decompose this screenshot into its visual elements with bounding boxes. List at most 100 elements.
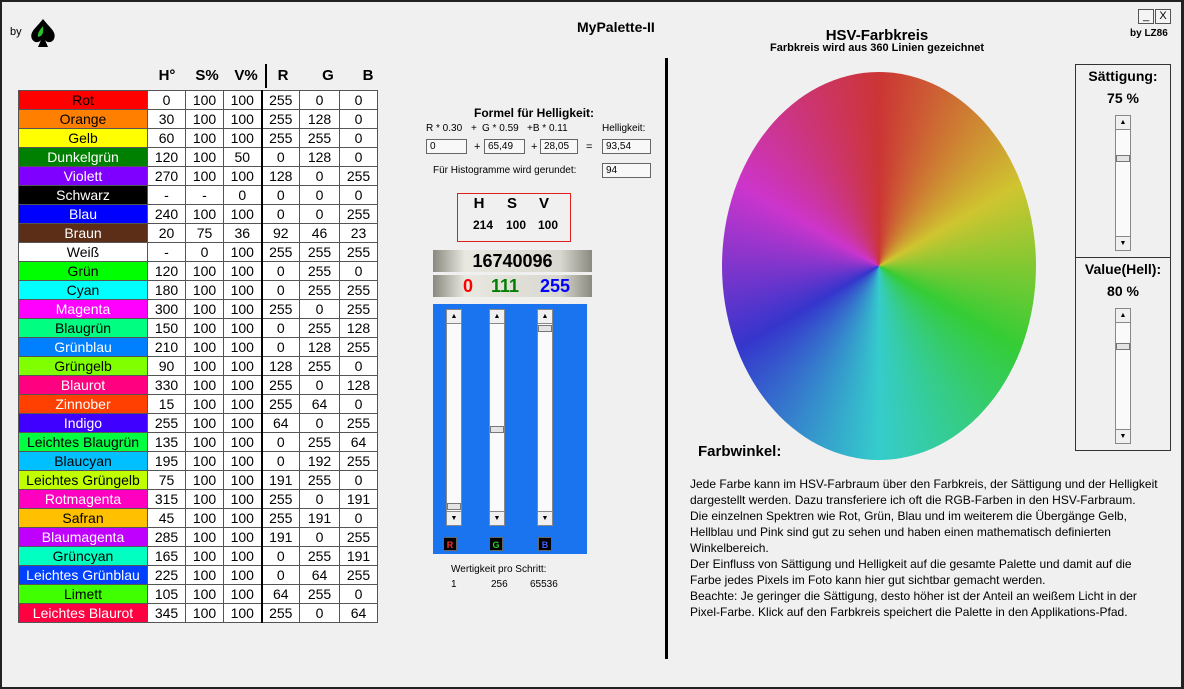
g-slider[interactable]: ▲ ▼ — [489, 309, 505, 526]
r-slider[interactable]: ▲ ▼ — [446, 309, 462, 526]
hue-cell: 75 — [147, 470, 186, 490]
blue-cell: 255 — [339, 337, 378, 357]
value-hell-slider[interactable]: ▲ ▼ — [1115, 308, 1131, 444]
rgb-value-bar: 0 111 255 — [433, 275, 592, 297]
table-row[interactable]: Cyan 180 100 100 0 255 255 — [18, 280, 378, 300]
formula-value-b: 28,05 — [540, 139, 578, 154]
table-row[interactable]: Safran 45 100 100 255 191 0 — [18, 508, 378, 528]
color-name-cell: Blaugrün — [18, 318, 148, 338]
value-cell: 100 — [223, 489, 262, 509]
saettigung-up-arrow-icon[interactable]: ▲ — [1116, 116, 1130, 130]
color-name-cell: Cyan — [18, 280, 148, 300]
color-name-cell: Rotmagenta — [18, 489, 148, 509]
saettigung-label: Sättigung: — [1088, 68, 1158, 84]
color-name-cell: Limett — [18, 584, 148, 604]
b-slider-thumb[interactable] — [538, 325, 552, 332]
close-button[interactable]: X — [1155, 9, 1171, 24]
table-row[interactable]: Orange 30 100 100 255 128 0 — [18, 109, 378, 129]
hue-cell: 210 — [147, 337, 186, 357]
red-cell: 64 — [260, 584, 300, 604]
hue-cell: 165 — [147, 546, 186, 566]
saettigung-slider-thumb[interactable] — [1116, 155, 1130, 162]
b-slider-label: B — [538, 537, 552, 551]
saturation-cell: 100 — [185, 413, 224, 433]
table-row[interactable]: Leichtes Blaurot 345 100 100 255 0 64 — [18, 603, 378, 623]
value-hell-down-arrow-icon[interactable]: ▼ — [1116, 429, 1130, 443]
table-row[interactable]: Leichtes Blaugrün 135 100 100 0 255 64 — [18, 432, 378, 452]
red-cell: 255 — [260, 489, 300, 509]
table-row[interactable]: Leichtes Grüngelb 75 100 100 191 255 0 — [18, 470, 378, 490]
red-cell: 0 — [260, 280, 300, 300]
blue-cell: 191 — [339, 489, 378, 509]
g-slider-thumb[interactable] — [490, 426, 504, 433]
table-row[interactable]: Indigo 255 100 100 64 0 255 — [18, 413, 378, 433]
table-row[interactable]: Magenta 300 100 100 255 0 255 — [18, 299, 378, 319]
table-row[interactable]: Weiß -0 100 255 255 255 — [18, 242, 378, 262]
table-row[interactable]: Blaumagenta 285 100 100 191 0 255 — [18, 527, 378, 547]
table-row[interactable]: Blaurot 330 100 100 255 0 128 — [18, 375, 378, 395]
color-name-cell: Leichtes Grüngelb — [18, 470, 148, 490]
table-row[interactable]: Blaugrün 150 100 100 0 255 128 — [18, 318, 378, 338]
table-row[interactable]: Grüngelb 90 100 100 128 255 0 — [18, 356, 378, 376]
saturation-cell: - — [185, 185, 224, 205]
saturation-cell: 100 — [185, 356, 224, 376]
panel-divider — [665, 58, 668, 659]
hsv-h-value: 214 — [472, 218, 494, 232]
table-row[interactable]: Rotmagenta 315 100 100 255 0 191 — [18, 489, 378, 509]
table-row[interactable]: Grüncyan 165 100 100 0 255 191 — [18, 546, 378, 566]
minimize-button[interactable]: _ — [1138, 9, 1154, 24]
table-row[interactable]: Grün 120 100 100 0 255 0 — [18, 261, 378, 281]
red-cell: 64 — [260, 413, 300, 433]
green-cell: 0 — [299, 166, 340, 186]
blue-cell: 0 — [339, 584, 378, 604]
hsv-v-value: 100 — [537, 218, 559, 232]
value-hell-value: 80 % — [1107, 283, 1139, 299]
b-slider-up-arrow-icon[interactable]: ▲ — [538, 310, 552, 324]
red-cell: 255 — [260, 242, 300, 262]
saettigung-slider[interactable]: ▲ ▼ — [1115, 115, 1131, 251]
hue-cell: 20 — [147, 223, 186, 243]
b-slider-down-arrow-icon[interactable]: ▼ — [538, 511, 552, 525]
saturation-cell: 100 — [185, 90, 224, 110]
r-slider-down-arrow-icon[interactable]: ▼ — [447, 511, 461, 525]
table-row[interactable]: Zinnober 15 100 100 255 64 0 — [18, 394, 378, 414]
green-cell: 0 — [299, 603, 340, 623]
saturation-cell: 100 — [185, 394, 224, 414]
color-name-cell: Gelb — [18, 128, 148, 148]
hue-cell: 195 — [147, 451, 186, 471]
col-header-v: V% — [234, 67, 258, 84]
value-cell: 100 — [223, 451, 262, 471]
table-row[interactable]: Gelb 60 100 100 255 255 0 — [18, 128, 378, 148]
table-row[interactable]: Blaucyan 195 100 100 0 192 255 — [18, 451, 378, 471]
value-hell-panel: Value(Hell): 80 % ▲ ▼ — [1075, 257, 1171, 451]
r-slider-thumb[interactable] — [447, 503, 461, 510]
r-slider-up-arrow-icon[interactable]: ▲ — [447, 310, 461, 324]
table-row[interactable]: Braun 20 75 36 92 46 23 — [18, 223, 378, 243]
g-slider-down-arrow-icon[interactable]: ▼ — [490, 511, 504, 525]
blue-cell: 64 — [339, 432, 378, 452]
hue-cell: 345 — [147, 603, 186, 623]
value-cell: 100 — [223, 242, 262, 262]
b-slider[interactable]: ▲ ▼ — [537, 309, 553, 526]
table-row[interactable]: Blau 240 100 100 0 0 255 — [18, 204, 378, 224]
formula-label-plus: + — [471, 123, 477, 134]
red-cell: 0 — [260, 204, 300, 224]
table-row[interactable]: Violett 270 100 100 128 0 255 — [18, 166, 378, 186]
table-row[interactable]: Leichtes Grünblau 225 100 100 0 64 255 — [18, 565, 378, 585]
formula-op-plus-1: + — [474, 141, 481, 153]
hsv-color-wheel[interactable] — [722, 72, 1036, 460]
green-cell: 255 — [299, 242, 340, 262]
saturation-cell: 75 — [185, 223, 224, 243]
table-row[interactable]: Dunkelgrün 120 100 50 0 128 0 — [18, 147, 378, 167]
color-name-cell: Leichtes Blaugrün — [18, 432, 148, 452]
table-row[interactable]: Limett 105 100 100 64 255 0 — [18, 584, 378, 604]
value-hell-slider-thumb[interactable] — [1116, 343, 1130, 350]
table-row[interactable]: Rot 0 100 100 255 0 0 — [18, 90, 378, 110]
red-cell: 0 — [260, 318, 300, 338]
red-cell: 0 — [260, 451, 300, 471]
table-row[interactable]: Schwarz - -0 0 0 0 — [18, 185, 378, 205]
table-row[interactable]: Grünblau 210 100 100 0 128 255 — [18, 337, 378, 357]
saettigung-down-arrow-icon[interactable]: ▼ — [1116, 236, 1130, 250]
value-hell-up-arrow-icon[interactable]: ▲ — [1116, 309, 1130, 323]
g-slider-up-arrow-icon[interactable]: ▲ — [490, 310, 504, 324]
